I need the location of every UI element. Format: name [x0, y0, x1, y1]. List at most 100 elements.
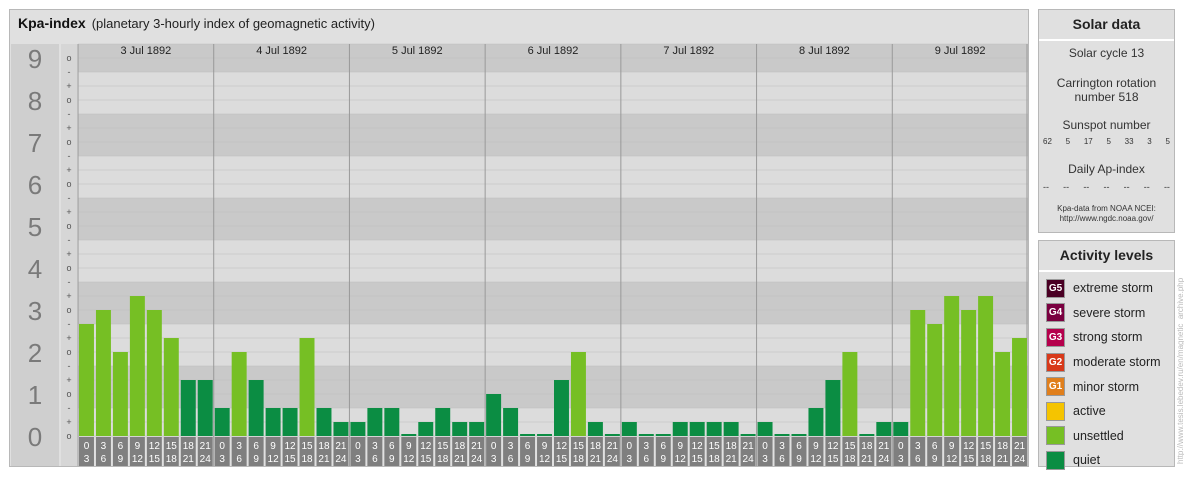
kp-bar [944, 296, 960, 436]
kp-bar [367, 407, 383, 436]
y-minor-mark: + [66, 81, 71, 91]
hour-start-label: 12 [692, 441, 704, 452]
activity-level-swatch: G3 [1046, 327, 1065, 347]
hour-start-label: 6 [932, 441, 938, 452]
y-band [78, 281, 1028, 324]
hour-start-label: 6 [525, 441, 531, 452]
hour-end-label: 9 [796, 454, 802, 465]
hour-start-label: 12 [420, 441, 432, 452]
sunspot-value: 62 [1043, 137, 1052, 146]
hour-end-label: 18 [844, 454, 856, 465]
activity-level-swatch: G2 [1046, 352, 1065, 372]
hour-end-label: 6 [779, 454, 785, 465]
ap-value: -- [1083, 182, 1090, 192]
ap-values: -- -- -- -- -- -- -- [1039, 182, 1174, 192]
y-band [78, 365, 1028, 408]
y-tick-label: 8 [28, 86, 42, 116]
kp-bar [927, 323, 943, 436]
hour-start-label: 3 [101, 441, 107, 452]
y-minor-mark: o [66, 347, 71, 357]
hour-start-label: 18 [183, 441, 195, 452]
activity-level-label: extreme storm [1073, 281, 1153, 296]
activity-level-swatch [1046, 426, 1065, 446]
hour-start-label: 3 [508, 441, 514, 452]
y-tick-label: 7 [28, 128, 42, 158]
hour-start-label: 9 [135, 441, 141, 452]
hour-end-label: 24 [878, 454, 890, 465]
activity-level-item: G5 extreme storm [1039, 276, 1174, 301]
activity-level-label: strong storm [1073, 330, 1143, 345]
hour-end-label: 12 [268, 454, 280, 465]
kp-bar [384, 407, 400, 436]
source-link[interactable]: http://www.ngdc.noaa.gov/ [1039, 214, 1174, 224]
hour-start-label: 12 [284, 441, 296, 452]
y-minor-mark: + [66, 123, 71, 133]
hour-end-label: 3 [491, 454, 497, 465]
hour-end-label: 9 [118, 454, 124, 465]
hour-start-label: 15 [437, 441, 449, 452]
hour-end-label: 15 [963, 454, 975, 465]
hour-start-label: 15 [709, 441, 721, 452]
kp-bar [180, 380, 196, 436]
hour-end-label: 15 [692, 454, 704, 465]
kp-bar [503, 407, 519, 436]
hour-start-label: 18 [726, 441, 738, 452]
kp-bar [418, 422, 434, 436]
hour-end-label: 15 [556, 454, 568, 465]
hour-start-label: 3 [644, 441, 650, 452]
hour-end-label: 24 [471, 454, 483, 465]
hour-start-label: 0 [491, 441, 497, 452]
hour-end-label: 21 [997, 454, 1009, 465]
sunspot-value: 33 [1124, 137, 1134, 146]
kp-bar [757, 422, 773, 436]
y-band [78, 239, 1028, 282]
kp-bar [825, 380, 841, 436]
kp-bar [333, 422, 349, 436]
hour-end-label: 9 [253, 454, 259, 465]
kp-bar [791, 434, 807, 436]
hour-end-label: 21 [318, 454, 330, 465]
hour-start-label: 18 [318, 441, 330, 452]
source-line-1: Kpa-data from NOAA NCEI: [1057, 204, 1156, 213]
kp-bar [163, 338, 179, 436]
y-tick-label: 5 [28, 212, 42, 242]
kp-bar [655, 434, 671, 436]
hour-end-label: 15 [149, 454, 161, 465]
activity-level-swatch [1046, 401, 1065, 421]
kp-chart: 0123456789o+-o+-o+-o+-o+-o+-o+-o+-o+-o3 … [11, 43, 1028, 466]
y-minor-mark: - [68, 403, 71, 413]
y-minor-mark: - [68, 235, 71, 245]
hour-end-label: 24 [335, 454, 347, 465]
hour-start-label: 21 [200, 441, 212, 452]
activity-level-item: unsettled [1039, 424, 1174, 449]
hour-end-label: 9 [932, 454, 938, 465]
y-band [78, 71, 1028, 114]
kp-bar [587, 422, 603, 436]
kp-bar [537, 434, 552, 436]
kp-bar [570, 352, 586, 436]
hour-start-label: 15 [166, 441, 178, 452]
solar-data-heading: Solar data [1039, 10, 1174, 41]
hour-start-label: 18 [454, 441, 466, 452]
hour-end-label: 6 [915, 454, 921, 465]
sunspot-value: 5 [1165, 137, 1170, 146]
activity-level-item: active [1039, 399, 1174, 424]
activity-level-swatch: G1 [1046, 377, 1065, 397]
kp-bar [638, 434, 654, 436]
kp-bar [316, 407, 332, 436]
hour-start-label: 12 [149, 441, 161, 452]
kp-bar [282, 407, 298, 436]
solar-data-panel: Solar data Solar cycle 13 Carrington rot… [1038, 9, 1175, 233]
hour-end-label: 21 [183, 454, 195, 465]
y-minor-mark: o [66, 221, 71, 231]
day-label: 9 Jul 1892 [935, 45, 986, 57]
ap-value: -- [1043, 182, 1049, 192]
hour-start-label: 21 [1014, 441, 1026, 452]
hour-start-label: 3 [372, 441, 378, 452]
kp-bar [706, 422, 722, 436]
kp-bar [774, 434, 790, 436]
sunspot-value: 3 [1147, 137, 1152, 146]
hour-start-label: 6 [253, 441, 259, 452]
y-minor-mark: o [66, 431, 71, 441]
hour-start-label: 0 [84, 441, 90, 452]
